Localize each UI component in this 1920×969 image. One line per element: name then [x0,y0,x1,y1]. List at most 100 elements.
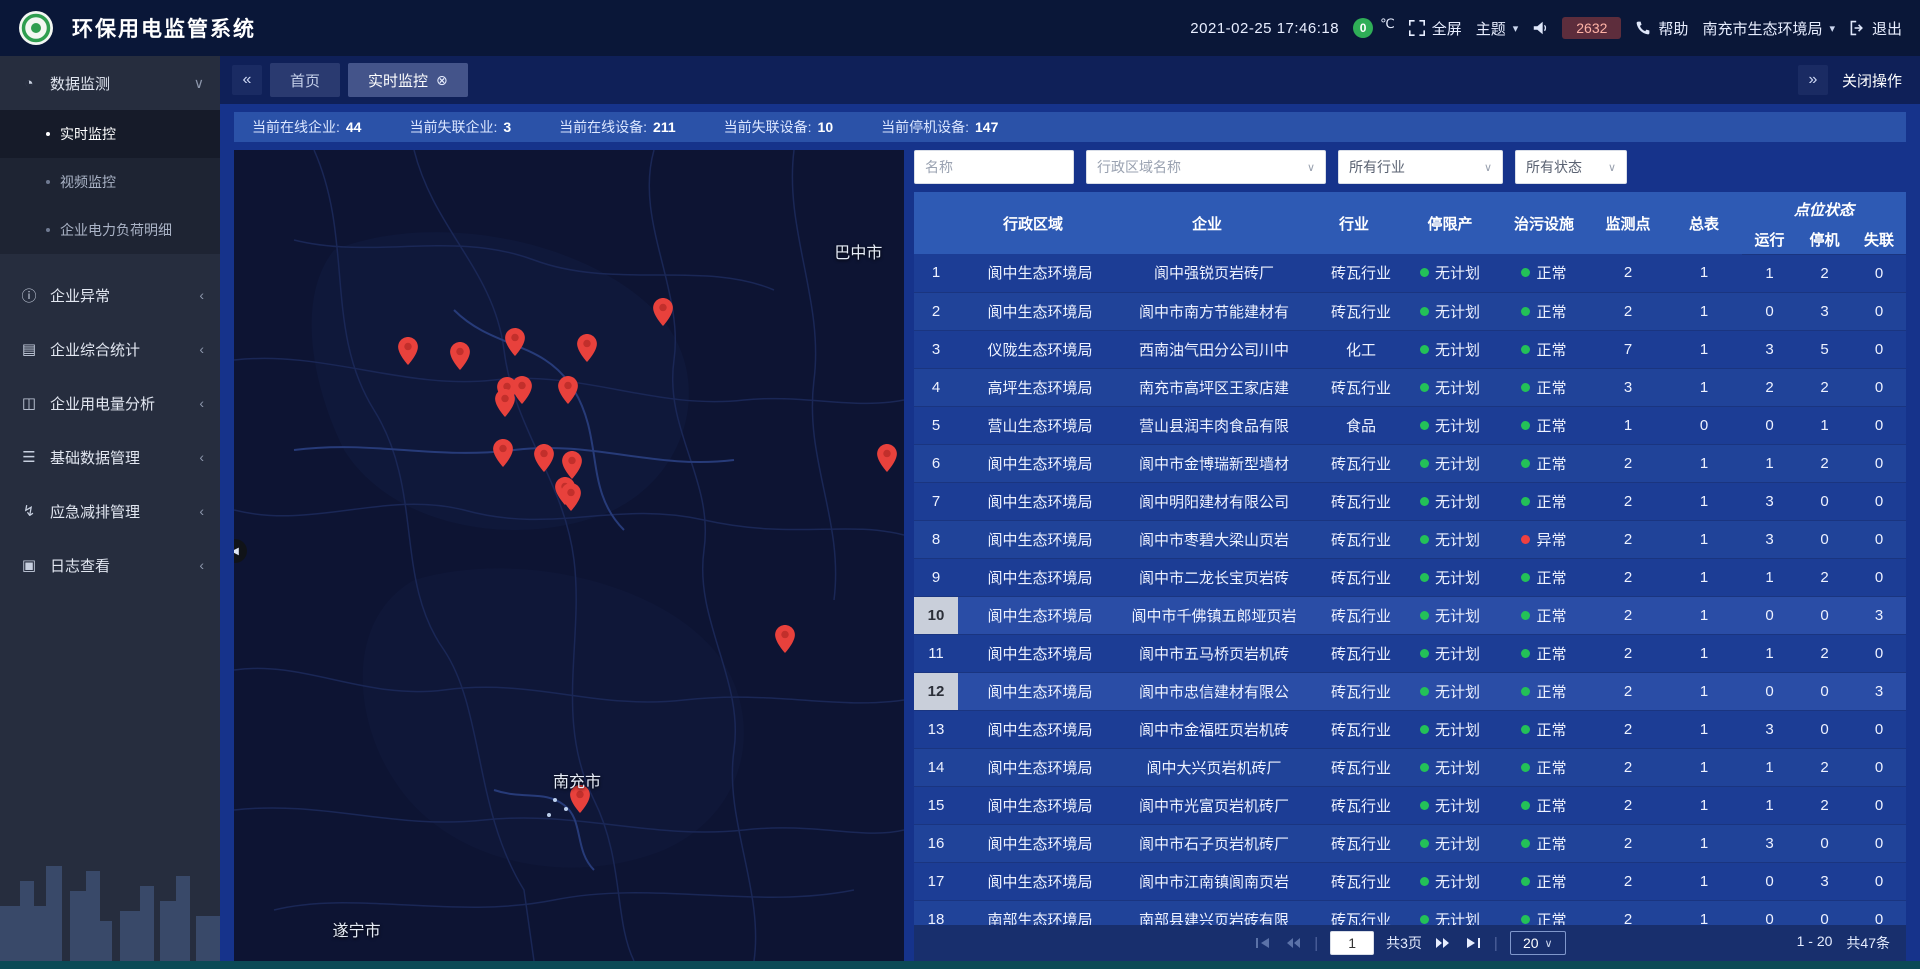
cell-company: 阆中市南方节能建材有 [1108,292,1306,330]
cityscape-decoration [0,831,220,961]
cell-index: 5 [914,406,958,444]
status-dot-icon [1521,497,1530,506]
name-filter-input[interactable] [914,150,1074,184]
last-page-button[interactable] [1464,936,1482,950]
tab-home[interactable]: 首页 [270,63,340,97]
tab-scroll-right-button[interactable]: » [1798,65,1828,95]
cell-limit-status: 无计划 [1402,786,1498,824]
status-dot-icon [1420,421,1429,430]
map-pin-icon[interactable] [534,444,554,472]
table-row[interactable]: 9 阆中生态环境局 阆中市二龙长宝页岩砖 砖瓦行业 无计划 正常 2 1 1 2… [914,558,1906,596]
cell-company: 阆中市石子页岩机砖厂 [1108,824,1306,862]
table-row[interactable]: 1 阆中生态环境局 阆中强锐页岩砖厂 砖瓦行业 无计划 正常 2 1 1 2 0 [914,254,1906,292]
cell-limit-status: 无计划 [1402,634,1498,672]
map-pin-icon[interactable] [493,439,513,467]
sidebar-item-enterprise-stats[interactable]: ▤ 企业综合统计 ‹ [0,322,220,376]
status-dot-icon [1521,877,1530,886]
map-pin-icon[interactable] [495,389,515,417]
logout-icon [1849,20,1865,36]
cell-region: 阆中生态环境局 [958,710,1108,748]
col-header-facility: 治污设施 [1498,192,1590,254]
notification-count-badge[interactable]: 2632 [1562,17,1621,39]
cell-company: 阆中市五马桥页岩机砖 [1108,634,1306,672]
table-row[interactable]: 11 阆中生态环境局 阆中市五马桥页岩机砖 砖瓦行业 无计划 正常 2 1 1 … [914,634,1906,672]
first-page-button[interactable] [1254,936,1272,950]
close-icon[interactable]: ⊗ [436,72,448,89]
enterprise-table: 行政区域 企业 行业 停限产 治污设施 监测点 总表 点位状态 运行 [914,192,1906,939]
map-pin-icon[interactable] [558,376,578,404]
logout-button[interactable]: 退出 [1849,18,1902,39]
status-dot-icon [1521,345,1530,354]
map-pin-icon[interactable] [512,376,532,404]
theme-dropdown[interactable]: 主题 ▾ [1476,18,1519,39]
cell-running: 1 [1742,634,1797,672]
org-dropdown[interactable]: 南充市生态环境局 ▾ [1702,18,1835,39]
table-row[interactable]: 12 阆中生态环境局 阆中市忠信建材有限公 砖瓦行业 无计划 正常 2 1 0 … [914,672,1906,710]
tab-realtime-monitor[interactable]: 实时监控 ⊗ [348,63,468,97]
sidebar-subitem-label: 企业电力负荷明细 [60,220,172,240]
map-pin-icon[interactable] [577,334,597,362]
map-pin-icon[interactable] [877,444,897,472]
map-pin-icon[interactable] [450,342,470,370]
map-panel[interactable]: ◀ [234,150,904,961]
map-pin-icon[interactable] [561,483,581,511]
col-header-region: 行政区域 [958,192,1108,254]
status-dot-icon [1420,383,1429,392]
table-row[interactable]: 7 阆中生态环境局 阆中明阳建材有限公司 砖瓦行业 无计划 正常 2 1 3 0… [914,482,1906,520]
table-row[interactable]: 3 仪陇生态环境局 西南油气田分公司川中 化工 无计划 正常 7 1 3 5 0 [914,330,1906,368]
table-row[interactable]: 15 阆中生态环境局 阆中市光富页岩机砖厂 砖瓦行业 无计划 正常 2 1 1 … [914,786,1906,824]
page-size-select[interactable]: 20 ∨ [1510,931,1566,955]
cell-limit-status: 无计划 [1402,406,1498,444]
cell-facility-status: 正常 [1498,406,1590,444]
cell-stopped: 1 [1797,406,1852,444]
table-row[interactable]: 17 阆中生态环境局 阆中市江南镇阆南页岩 砖瓦行业 无计划 正常 2 1 0 … [914,862,1906,900]
sidebar-item-video-monitor[interactable]: 视频监控 [0,158,220,206]
map-pin-icon[interactable] [775,625,795,653]
table-row[interactable]: 14 阆中生态环境局 阆中大兴页岩机砖厂 砖瓦行业 无计划 正常 2 1 1 2… [914,748,1906,786]
sidebar-item-log-view[interactable]: ▣ 日志查看 ‹ [0,538,220,592]
chevron-down-icon: ∨ [1608,161,1616,174]
announcement-button[interactable] [1532,20,1548,36]
table-row[interactable]: 8 阆中生态环境局 阆中市枣碧大梁山页岩 砖瓦行业 无计划 异常 2 1 3 0… [914,520,1906,558]
table-row[interactable]: 2 阆中生态环境局 阆中市南方节能建材有 砖瓦行业 无计划 正常 2 1 0 3… [914,292,1906,330]
tab-scroll-left-button[interactable]: « [232,65,262,95]
cell-company: 南充市高坪区王家店建 [1108,368,1306,406]
tab-label: 首页 [290,70,320,91]
map-pin-icon[interactable] [398,337,418,365]
col-header-industry: 行业 [1306,192,1402,254]
cell-running: 3 [1742,710,1797,748]
map-pin-icon[interactable] [562,451,582,479]
map-pin-icon[interactable] [505,328,525,356]
col-header-lost: 失联 [1852,226,1906,254]
table-row[interactable]: 5 营山生态环境局 营山县润丰肉食品有限 食品 无计划 正常 1 0 0 1 0 [914,406,1906,444]
next-page-button[interactable] [1434,936,1452,950]
chevron-down-icon: ▾ [1513,22,1519,35]
map-pin-icon[interactable] [653,298,673,326]
cell-total-meters: 1 [1666,824,1742,862]
table-row[interactable]: 6 阆中生态环境局 阆中市金博瑞新型墙材 砖瓦行业 无计划 正常 2 1 1 2… [914,444,1906,482]
industry-filter-select[interactable]: 所有行业 ∨ [1338,150,1503,184]
table-row[interactable]: 16 阆中生态环境局 阆中市石子页岩机砖厂 砖瓦行业 无计划 正常 2 1 3 … [914,824,1906,862]
cell-industry: 砖瓦行业 [1306,520,1402,558]
sidebar-item-enterprise-abnormal[interactable]: ⓘ 企业异常 ‹ [0,268,220,322]
status-filter-select[interactable]: 所有状态 ∨ [1515,150,1627,184]
map-city-label: 巴中市 [834,239,882,263]
table-row[interactable]: 10 阆中生态环境局 阆中市千佛镇五郎垭页岩 砖瓦行业 无计划 正常 2 1 0… [914,596,1906,634]
fullscreen-button[interactable]: 全屏 [1409,18,1462,39]
sidebar-item-data-monitor[interactable]: ◔ 数据监测 ∨ [0,56,220,110]
region-filter-select[interactable]: 行政区域名称 ∨ [1086,150,1326,184]
sidebar-item-power-analysis[interactable]: ◫ 企业用电量分析 ‹ [0,376,220,430]
cell-region: 阆中生态环境局 [958,596,1108,634]
page-number-input[interactable] [1330,931,1374,955]
sidebar-item-base-data[interactable]: ☰ 基础数据管理 ‹ [0,430,220,484]
help-button[interactable]: 帮助 [1635,18,1688,39]
filter-bar: 行政区域名称 ∨ 所有行业 ∨ 所有状态 ∨ [914,150,1906,184]
cell-monitor-points: 3 [1590,368,1666,406]
close-operations-button[interactable]: 关闭操作 [1842,70,1902,91]
sidebar-item-emergency-reduction[interactable]: ↯ 应急减排管理 ‹ [0,484,220,538]
table-row[interactable]: 13 阆中生态环境局 阆中市金福旺页岩机砖 砖瓦行业 无计划 正常 2 1 3 … [914,710,1906,748]
sidebar-item-power-load-detail[interactable]: 企业电力负荷明细 [0,206,220,254]
sidebar-item-realtime-monitor[interactable]: 实时监控 [0,110,220,158]
table-row[interactable]: 4 高坪生态环境局 南充市高坪区王家店建 砖瓦行业 无计划 正常 3 1 2 2… [914,368,1906,406]
prev-page-button[interactable] [1284,936,1302,950]
